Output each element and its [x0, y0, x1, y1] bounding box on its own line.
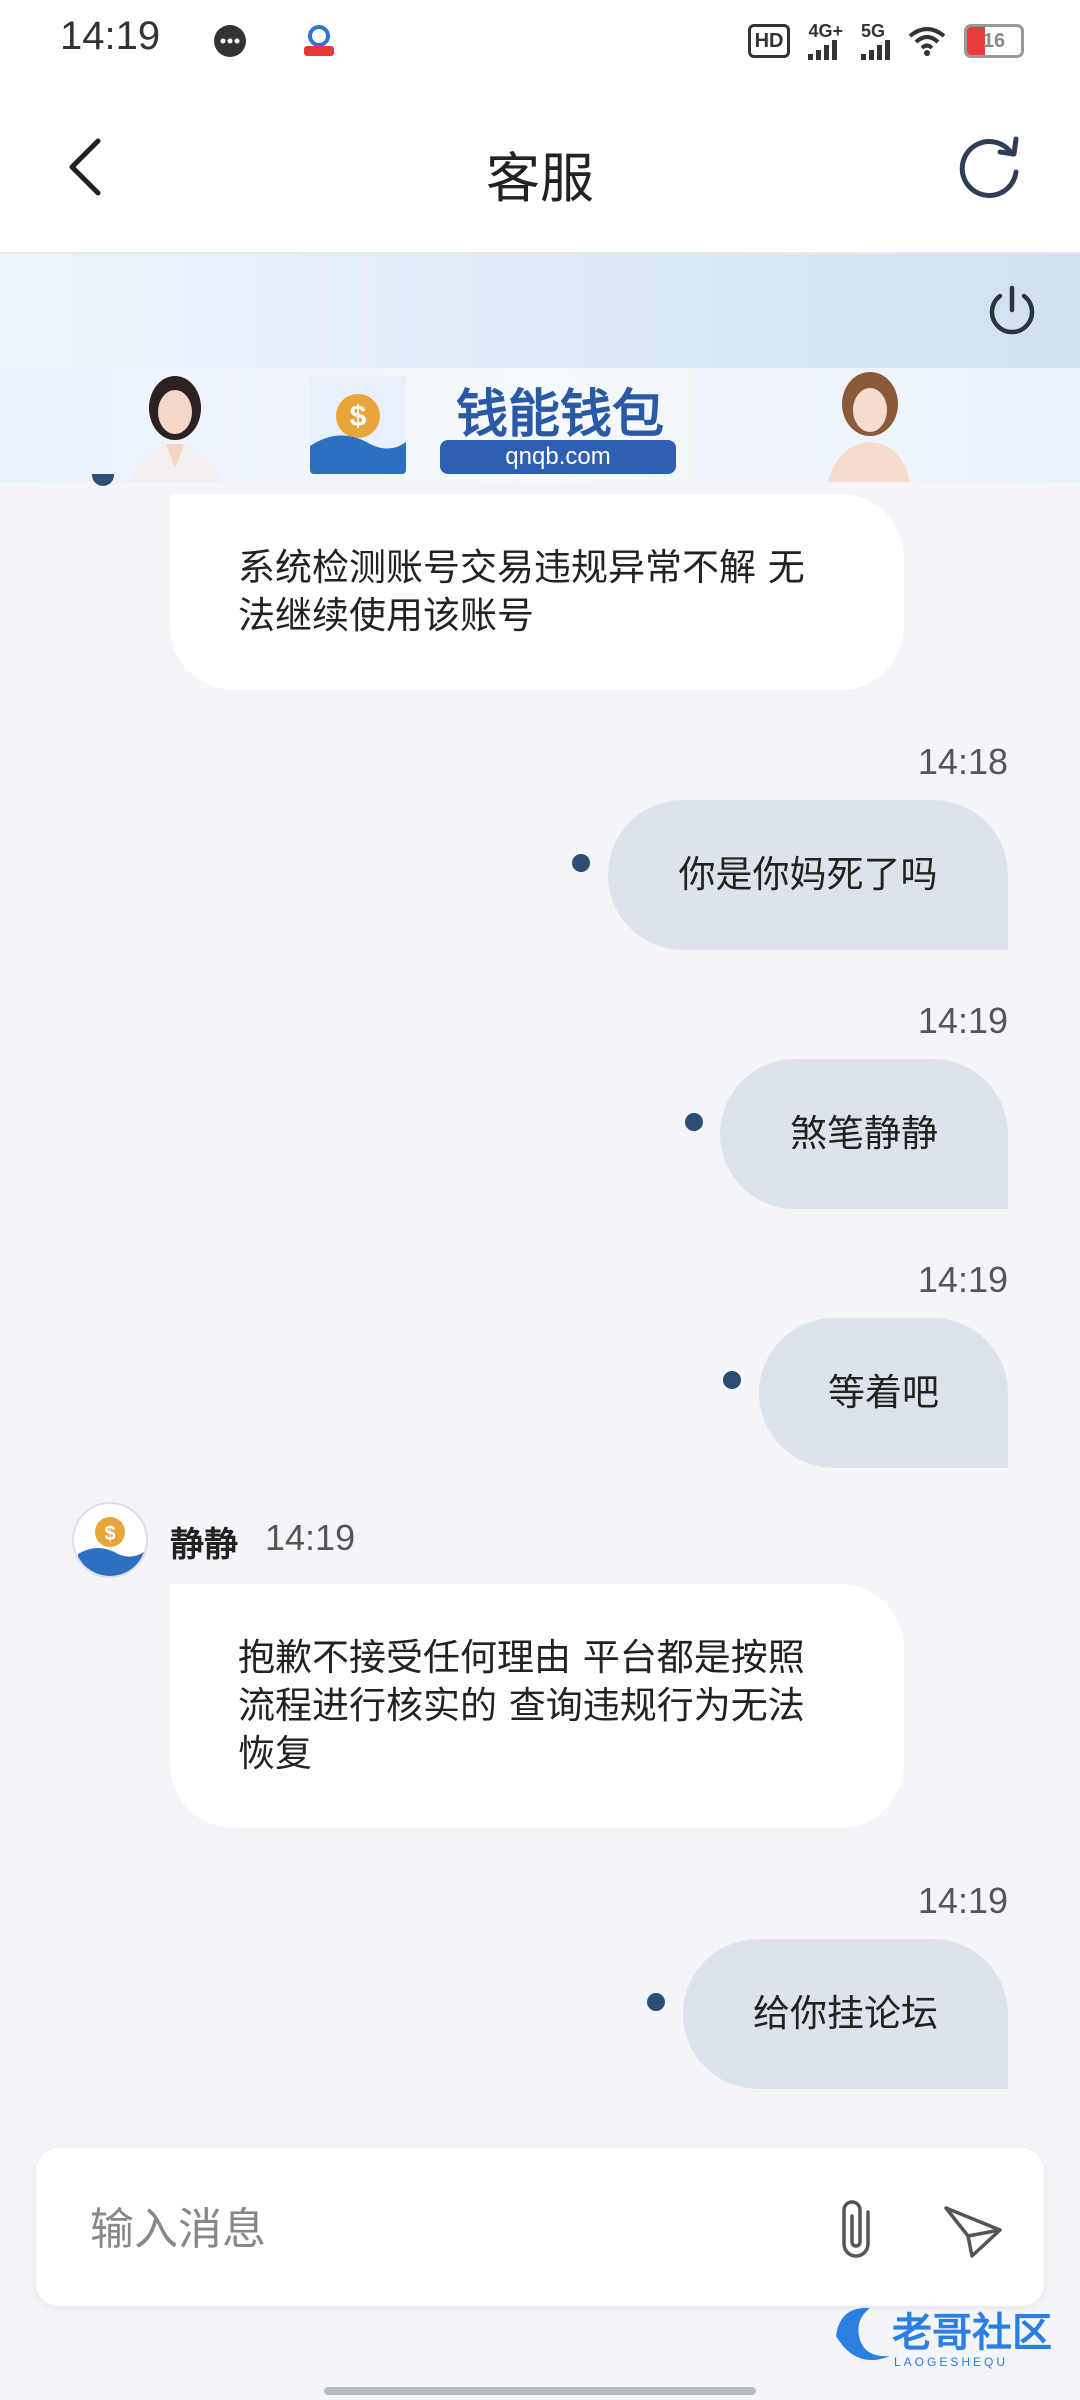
outgoing-message-bubble: 给你挂论坛 — [683, 1939, 1008, 2089]
sent-status-dot — [572, 854, 590, 872]
paperclip-icon[interactable] — [822, 2194, 892, 2264]
status-time: 14:19 — [60, 14, 161, 58]
incoming-message-bubble: 抱歉不接受任何理由 平台都是按照流程进行核实的 查询违规行为无法恢复 — [170, 1584, 904, 1828]
svg-text:$: $ — [104, 1523, 115, 1545]
refresh-icon[interactable] — [954, 130, 1024, 200]
power-icon[interactable] — [984, 282, 1040, 338]
agent-avatar[interactable]: $ — [72, 1502, 148, 1578]
home-indicator[interactable] — [324, 2387, 756, 2395]
message-timestamp: 14:19 — [265, 1517, 356, 1558]
ad-banner[interactable]: $ 钱能钱包 qnqb.com — [0, 368, 1080, 482]
battery-level: 16 — [982, 30, 1006, 52]
battery-icon: 16 — [964, 24, 1024, 58]
sim2-network-label: 5G — [861, 21, 886, 41]
model-right-image — [828, 372, 910, 482]
avatar-partial — [92, 474, 114, 486]
signal-sim1-icon: 4G+ — [808, 22, 843, 60]
watermark-subtext: LAOGESHEQU — [894, 2355, 1008, 2369]
message-input[interactable] — [88, 2188, 792, 2270]
chat-notification-icon — [214, 25, 246, 57]
watermark-text: 老哥社区 — [892, 2310, 1052, 2356]
message-timestamp: 14:18 — [917, 741, 1008, 782]
message-timestamp: 14:19 — [917, 1259, 1008, 1300]
svg-text:$: $ — [350, 400, 367, 433]
outgoing-message-bubble: 你是你妈死了吗 — [608, 800, 1008, 950]
wallet-logo: $ — [310, 376, 406, 474]
status-indicators: HD 4G+ 5G 16 — [747, 20, 1024, 62]
message-timestamp: 14:19 — [917, 1000, 1008, 1041]
wifi-icon — [908, 27, 946, 56]
hd-voice-icon: HD — [747, 24, 791, 58]
message-composer — [36, 2148, 1044, 2306]
watermark-logo: 老哥社区 LAOGESHEQU — [830, 2296, 1066, 2376]
agent-name: 静静 — [170, 1525, 238, 1565]
outgoing-message-bubble: 等着吧 — [759, 1318, 1008, 1468]
model-left-image — [130, 376, 220, 482]
incoming-message-bubble: 系统检测账号交易违规异常不解 无法继续使用该账号 — [170, 494, 904, 690]
status-bar: 14:19 HD 4G+ 5G 16 — [0, 0, 1080, 82]
page-title: 客服 — [486, 147, 594, 210]
sim1-network-label: 4G+ — [808, 21, 843, 41]
message-timestamp: 14:19 — [917, 1880, 1008, 1921]
send-icon[interactable] — [938, 2196, 1008, 2266]
app-header: 客服 — [0, 82, 1080, 254]
outgoing-message-bubble: 煞笔静静 — [720, 1059, 1008, 1209]
banner-strip — [0, 254, 1080, 368]
ad-url: qnqb.com — [440, 440, 676, 474]
sent-status-dot — [647, 1993, 665, 2011]
app-notification-icon — [304, 25, 334, 56]
ad-brand-name: 钱能钱包 — [455, 384, 664, 445]
sent-status-dot — [685, 1113, 703, 1131]
signal-sim2-icon: 5G — [861, 22, 890, 60]
sent-status-dot — [723, 1371, 741, 1389]
